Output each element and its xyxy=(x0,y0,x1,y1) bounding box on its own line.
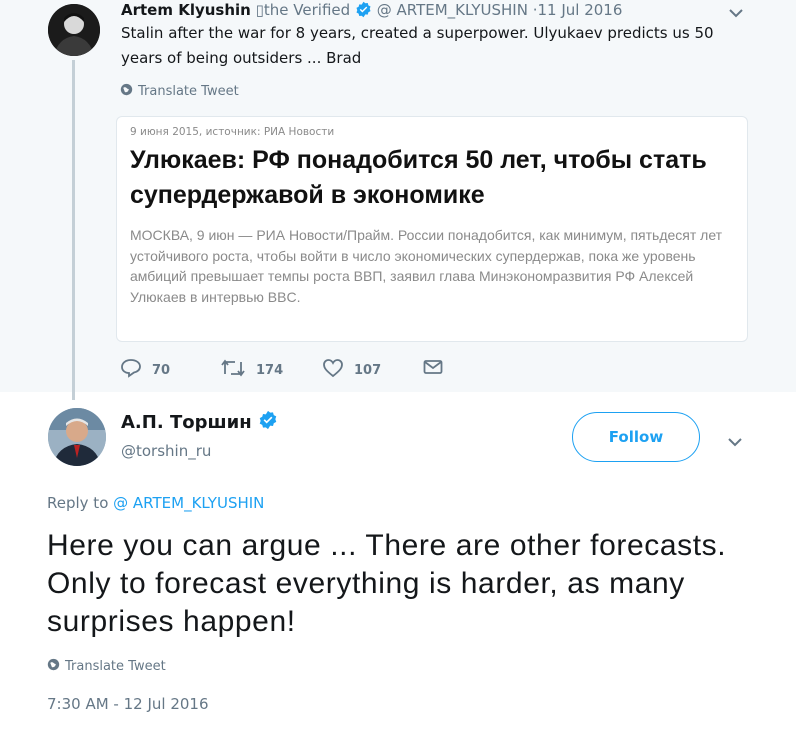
parent-tweet-header: Artem Klyushin ▯the Verified @ ARTEM_KLY… xyxy=(121,0,622,23)
direct-message-action[interactable] xyxy=(423,358,443,380)
card-date-source: 9 июня 2015, источник: РИА Новости xyxy=(130,126,335,138)
follow-button[interactable]: Follow xyxy=(572,412,700,462)
chevron-down-icon[interactable] xyxy=(728,4,744,23)
envelope-icon xyxy=(423,358,443,380)
card-headline: Улюкаев: РФ понадобится 50 лет, чтобы ст… xyxy=(130,146,707,209)
parent-author-badge-text: ▯the Verified xyxy=(255,1,351,19)
reply-to-handle-link[interactable]: @ ARTEM_KLYUSHIN xyxy=(113,494,264,512)
reply-to-line: Reply to @ ARTEM_KLYUSHIN xyxy=(47,494,264,512)
retweet-action[interactable]: 174 xyxy=(220,358,283,382)
globe-icon xyxy=(120,83,133,100)
reply-avatar[interactable] xyxy=(48,408,106,466)
reply-to-prefix: Reply to xyxy=(47,494,109,512)
thread-connector-line xyxy=(72,60,75,400)
translate-label: Translate Tweet xyxy=(138,84,239,99)
reply-tweet-text: Here you can argue ... There are other f… xyxy=(47,529,727,638)
parent-tweet-date[interactable]: ·11 Jul 2016 xyxy=(533,1,623,19)
parent-author-handle[interactable]: @ ARTEM_KLYUSHIN xyxy=(377,1,528,19)
chevron-down-icon[interactable] xyxy=(727,433,743,452)
retweet-count: 174 xyxy=(256,362,284,378)
parent-author-name[interactable]: Artem Klyushin xyxy=(121,1,251,19)
parent-tweet[interactable]: Artem Klyushin ▯the Verified @ ARTEM_KLY… xyxy=(0,0,796,400)
reply-action[interactable]: 70 xyxy=(120,358,170,382)
retweet-icon xyxy=(220,358,246,382)
heart-icon xyxy=(322,358,344,382)
parent-tweet-text: Stalin after the war for 8 years, create… xyxy=(121,24,714,67)
parent-translate-link[interactable]: Translate Tweet xyxy=(120,83,239,100)
like-action[interactable]: 107 xyxy=(322,358,381,382)
globe-icon xyxy=(47,658,60,675)
translate-label: Translate Tweet xyxy=(65,659,166,674)
reply-translate-link[interactable]: Translate Tweet xyxy=(47,658,166,675)
reply-author-handle[interactable]: @torshin_ru xyxy=(121,442,211,460)
card-body-text: МОСКВА, 9 июн — РИА Новости/Прайм. Росси… xyxy=(130,227,723,305)
reply-icon xyxy=(120,358,142,382)
verified-badge-icon xyxy=(258,410,278,435)
reply-author-name-row: А.П. Торшин xyxy=(121,410,278,435)
quoted-news-card[interactable]: 9 июня 2015, источник: РИА Новости Улюка… xyxy=(116,116,748,342)
reply-author-name[interactable]: А.П. Торшин xyxy=(121,412,252,433)
reply-timestamp[interactable]: 7:30 AM - 12 Jul 2016 xyxy=(47,695,209,713)
reply-count: 70 xyxy=(152,362,171,378)
parent-avatar[interactable] xyxy=(48,4,100,56)
verified-badge-icon xyxy=(355,1,372,23)
like-count: 107 xyxy=(354,362,382,378)
